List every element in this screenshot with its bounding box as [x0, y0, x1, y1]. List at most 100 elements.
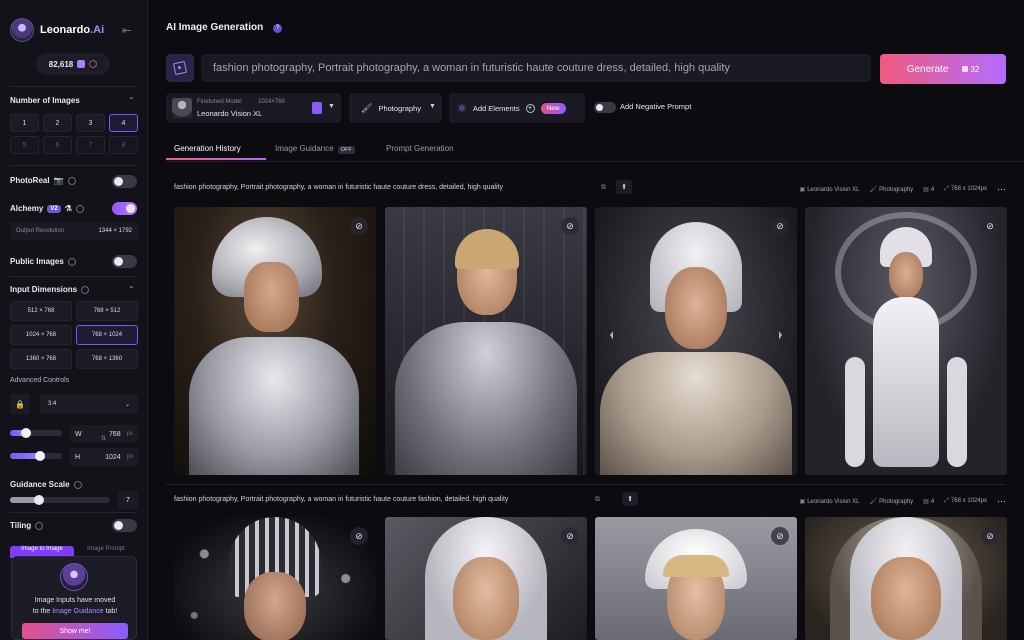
height-field[interactable]: H 1024 px — [70, 448, 138, 466]
num-images-2[interactable]: 2 — [43, 114, 72, 132]
divider — [10, 86, 138, 87]
generated-image[interactable]: ⊘ — [174, 207, 376, 475]
model-icon: ▣ — [799, 187, 806, 193]
hide-image-icon[interactable]: ⊘ — [771, 527, 789, 545]
leonardo-logo-icon — [10, 18, 34, 42]
divider — [166, 484, 1006, 485]
chevron-up-icon[interactable]: ⌃ — [128, 96, 135, 105]
help-icon[interactable] — [73, 480, 82, 489]
brush-icon: 🖌 — [869, 187, 878, 193]
number-of-images-title: Number of Images — [10, 96, 80, 105]
popup-message: Image Inputs have moved to the Image Gui… — [32, 597, 118, 615]
generate-button[interactable]: Generate 32 — [880, 54, 1006, 84]
lock-icon[interactable]: 🔒 — [10, 394, 30, 414]
help-icon[interactable] — [67, 257, 76, 266]
help-icon[interactable] — [81, 285, 90, 294]
dim-768x1024[interactable]: 768 × 1024 — [76, 325, 138, 345]
brush-icon: 🖌 — [869, 499, 878, 505]
chevron-up-icon[interactable]: ⌃ — [128, 285, 135, 294]
camera-icon: 📷 — [53, 176, 64, 185]
advanced-controls-label: Advanced Controls — [10, 377, 70, 384]
random-prompt-button[interactable] — [166, 54, 194, 82]
generated-image[interactable]: ⊘ — [805, 207, 1007, 475]
flask-icon: ⚗ — [64, 204, 72, 213]
style-select[interactable]: 🖌 Photography ▼ — [349, 93, 442, 123]
hide-image-icon[interactable]: ⊘ — [350, 527, 368, 545]
divider — [10, 165, 138, 166]
num-images-1[interactable]: 1 — [10, 114, 39, 132]
public-images-toggle[interactable] — [112, 255, 137, 268]
photoreal-label: PhotoReal 📷 — [10, 176, 76, 185]
link-dimensions-icon[interactable]: ⇅ — [101, 435, 106, 442]
generated-image[interactable]: ⊘ — [805, 517, 1007, 640]
num-images-8[interactable]: 8 — [109, 136, 138, 154]
image-guidance-link[interactable]: Image Guidance — [52, 608, 103, 615]
tab-prompt-generation[interactable]: Prompt Generation — [386, 144, 454, 153]
copy-icon[interactable]: ⧉ — [595, 496, 600, 504]
show-me-button[interactable]: Show me! — [22, 623, 128, 639]
dim-512x768[interactable]: 512 × 768 — [10, 301, 72, 321]
generated-image[interactable]: ⊘ — [385, 517, 587, 640]
help-icon[interactable]: ? — [273, 24, 282, 33]
tab-generation-history[interactable]: Generation History — [174, 144, 241, 153]
guidance-scale-slider[interactable] — [10, 495, 110, 505]
guidance-scale-title: Guidance Scale — [10, 480, 82, 489]
generated-image[interactable]: ⊘ — [385, 207, 587, 475]
num-images-3[interactable]: 3 — [76, 114, 105, 132]
collapse-sidebar-icon[interactable]: ⇤ — [122, 24, 131, 37]
divider — [10, 512, 138, 513]
token-icon — [77, 60, 86, 68]
tab-image-guidance[interactable]: Image Guidance OFF — [275, 144, 355, 154]
more-options-icon[interactable]: ⋯ — [997, 184, 1006, 195]
tiling-toggle[interactable] — [112, 519, 137, 532]
brand[interactable]: Leonardo.Ai — [10, 18, 104, 42]
dim-768x1360[interactable]: 768 × 1360 — [76, 349, 138, 369]
help-icon[interactable] — [89, 60, 98, 68]
photoreal-toggle[interactable] — [112, 175, 137, 188]
more-options-icon[interactable]: ⋯ — [997, 496, 1006, 507]
divider — [10, 276, 138, 277]
token-balance[interactable]: 82,618 — [36, 53, 110, 75]
negative-prompt-toggle[interactable] — [594, 102, 616, 113]
help-icon[interactable] — [67, 176, 76, 185]
reuse-prompt-button[interactable]: ⬆ — [622, 492, 638, 506]
add-elements-button[interactable]: ⚛ Add Elements + New — [449, 93, 585, 123]
token-icon — [962, 66, 969, 72]
num-images-5[interactable]: 5 — [10, 136, 39, 154]
hide-image-icon[interactable]: ⊘ — [771, 217, 789, 235]
generated-image[interactable]: ⊘ — [174, 517, 376, 640]
dim-1024x768[interactable]: 1024 × 768 — [10, 325, 72, 345]
aspect-ratio-select[interactable]: 3:4 ⌄ — [40, 394, 138, 414]
num-images-7[interactable]: 7 — [76, 136, 105, 154]
model-badge-icon — [312, 102, 322, 114]
dim-1360x768[interactable]: 1360 × 768 — [10, 349, 72, 369]
copy-icon[interactable]: ⧉ — [601, 184, 606, 192]
public-images-label: Public Images — [10, 257, 76, 266]
num-images-4[interactable]: 4 — [109, 114, 138, 132]
num-images-6[interactable]: 6 — [43, 136, 72, 154]
hide-image-icon[interactable]: ⊘ — [561, 527, 579, 545]
dimensions-icon: ⤢ — [944, 186, 949, 192]
off-badge: OFF — [337, 146, 355, 154]
generation-meta: ▣ Leonardo Vision XL 🖌 Photography ▤ 4 ⤢ 768… — [799, 496, 1006, 507]
hide-image-icon[interactable]: ⊘ — [981, 217, 999, 235]
active-tab-indicator — [166, 158, 266, 160]
hide-image-icon[interactable]: ⊘ — [561, 217, 579, 235]
prompt-input[interactable]: fashion photography, Portrait photograph… — [201, 54, 871, 82]
alchemy-toggle[interactable] — [112, 202, 137, 215]
generated-image[interactable]: ⊘ — [595, 517, 797, 640]
brand-name: Leonardo.Ai — [40, 24, 105, 36]
alchemy-version-badge: V2 — [47, 204, 61, 213]
hide-image-icon[interactable]: ⊘ — [981, 527, 999, 545]
hide-image-icon[interactable]: ⊘ — [350, 217, 368, 235]
model-select[interactable]: Finetuned Model 1024×768 Leonardo Vision… — [166, 93, 341, 123]
generated-image[interactable]: ⊘ — [595, 207, 797, 475]
dim-768x512[interactable]: 768 × 512 — [76, 301, 138, 321]
guidance-scale-value[interactable]: 7 — [118, 491, 138, 509]
number-of-images-grid: 1 2 3 4 5 6 7 8 — [10, 114, 138, 154]
width-slider[interactable] — [10, 428, 62, 438]
help-icon[interactable] — [35, 521, 44, 530]
reuse-prompt-button[interactable]: ⬆ — [616, 180, 632, 194]
help-icon[interactable] — [75, 204, 84, 213]
height-slider[interactable] — [10, 451, 62, 461]
